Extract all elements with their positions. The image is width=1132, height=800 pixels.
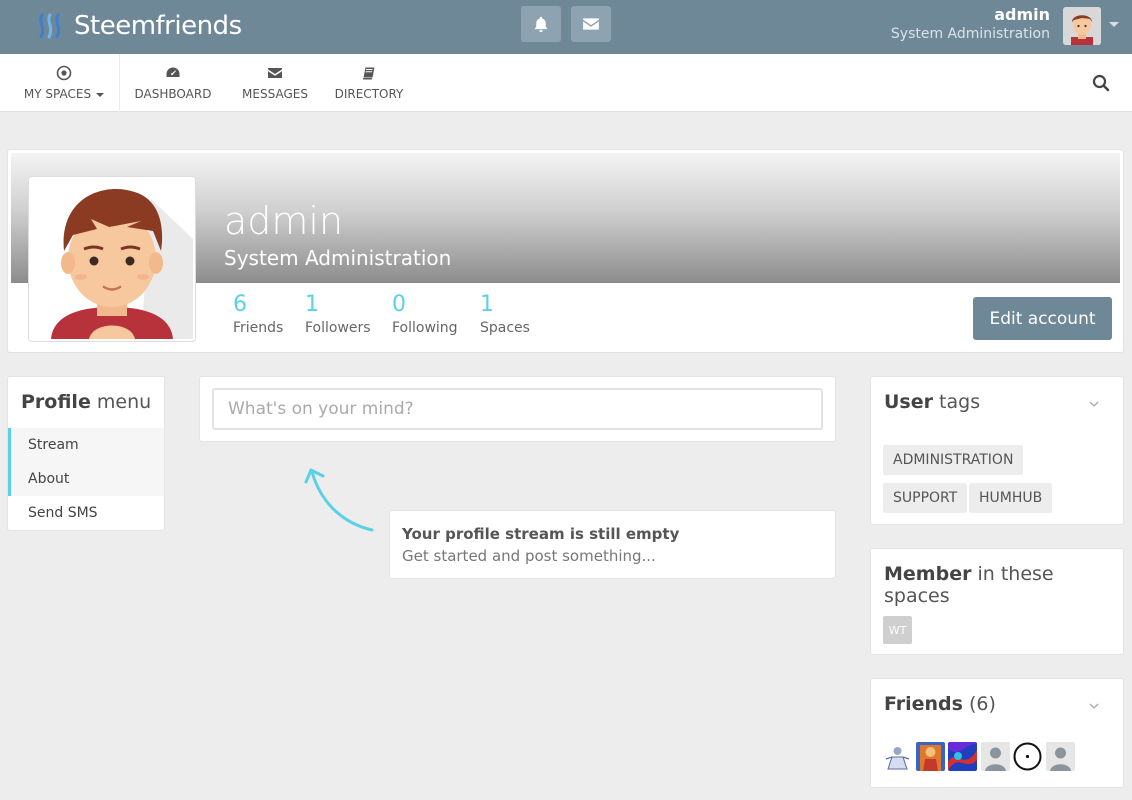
- profile-title: System Administration: [224, 246, 452, 270]
- panel-title-rest: tags: [933, 391, 981, 413]
- nav-divider: [119, 54, 120, 112]
- panel-title: Friends (6): [884, 693, 996, 715]
- stat-followers[interactable]: 1 Followers: [305, 292, 371, 338]
- account-user-title: System Administration: [890, 26, 1050, 42]
- user-tags-panel: User tags ADMINISTRATION SUPPORT HUMHUB: [870, 376, 1124, 525]
- friend-avatar[interactable]: [883, 742, 912, 771]
- circle-dot-icon: [56, 65, 72, 81]
- panel-title-bold: Member: [884, 563, 972, 585]
- nav-dashboard[interactable]: DASHBOARD: [133, 54, 213, 112]
- profile-name: admin: [224, 199, 344, 243]
- panel-title-bold: Friends: [884, 693, 963, 715]
- friend-avatar-icon: [948, 742, 977, 771]
- brand-name: Steemfriends: [74, 11, 242, 41]
- main-navigation: MY SPACES DASHBOARD MESSAGES DIRECTORY: [0, 54, 1132, 112]
- chevron-down-icon[interactable]: [1109, 22, 1119, 27]
- steem-logo-icon: [39, 13, 61, 39]
- friends-panel: Friends (6): [870, 678, 1124, 788]
- profile-header: admin System Administration 6 Friends 1 …: [7, 149, 1124, 353]
- post-input[interactable]: What's on your mind?: [212, 388, 823, 430]
- stat-label: Spaces: [480, 320, 530, 336]
- stat-label: Following: [392, 320, 458, 336]
- stat-label: Followers: [305, 320, 371, 336]
- friend-avatar[interactable]: [1013, 742, 1042, 771]
- friend-avatar[interactable]: [1046, 742, 1075, 771]
- stat-following[interactable]: 0 Following: [392, 292, 458, 338]
- user-avatar-icon: [1063, 7, 1101, 45]
- nav-directory[interactable]: DIRECTORY: [334, 54, 404, 112]
- messages-button[interactable]: [571, 6, 611, 42]
- nav-label: MY SPACES: [23, 87, 92, 101]
- user-tag[interactable]: SUPPORT: [883, 483, 968, 513]
- panel-title: User tags: [884, 391, 980, 413]
- edit-account-button[interactable]: Edit account: [973, 297, 1112, 340]
- menu-item-send-sms[interactable]: Send SMS: [8, 496, 164, 530]
- account-username: admin: [994, 5, 1050, 24]
- empty-stream-notice: Your profile stream is still empty Get s…: [389, 510, 836, 579]
- menu-item-about[interactable]: About: [8, 462, 164, 496]
- notifications-button[interactable]: [521, 6, 561, 42]
- panel-title-rest: menu: [90, 391, 152, 413]
- avatar[interactable]: [1063, 7, 1101, 45]
- empty-stream-title: Your profile stream is still empty: [402, 525, 680, 543]
- stat-value: 6: [233, 292, 247, 317]
- book-icon: [362, 66, 376, 80]
- panel-title: Member in these spaces: [884, 563, 1123, 607]
- stat-label: Friends: [233, 320, 284, 336]
- default-avatar-icon: [1046, 742, 1075, 771]
- space-badge[interactable]: WT: [883, 616, 912, 644]
- friend-avatar-icon: [1013, 742, 1042, 771]
- profile-avatar[interactable]: [29, 177, 195, 341]
- search-icon[interactable]: [1092, 74, 1110, 92]
- stat-value: 0: [392, 292, 406, 317]
- chevron-down-icon[interactable]: [1089, 703, 1099, 709]
- nav-label: DIRECTORY: [334, 87, 404, 101]
- user-avatar-icon: [31, 179, 193, 339]
- friend-avatar-icon: [883, 742, 912, 771]
- stat-value: 1: [305, 292, 319, 317]
- chevron-down-icon[interactable]: [1089, 401, 1099, 407]
- panel-title: Profile menu: [21, 391, 151, 413]
- friend-avatar[interactable]: [948, 742, 977, 771]
- panel-title-bold: User: [884, 391, 933, 413]
- panel-title-rest: (6): [962, 693, 996, 715]
- bell-icon: [534, 16, 548, 32]
- profile-menu: Profile menu Stream About Send SMS: [7, 376, 165, 531]
- user-tag[interactable]: HUMHUB: [969, 483, 1053, 513]
- envelope-icon: [268, 68, 282, 78]
- empty-stream-subtitle: Get started and post something...: [402, 547, 656, 565]
- caret-down-icon: [96, 92, 105, 97]
- menu-item-stream[interactable]: Stream: [8, 428, 164, 462]
- panel-title-bold: Profile: [21, 391, 91, 413]
- nav-messages[interactable]: MESSAGES: [242, 54, 308, 112]
- friend-avatar-icon: [916, 742, 945, 771]
- account-menu[interactable]: admin System Administration: [891, 5, 1050, 43]
- top-bar: Steemfriends admin System Administration: [0, 0, 1132, 54]
- envelope-icon: [583, 18, 599, 30]
- user-tag[interactable]: ADMINISTRATION: [883, 445, 1024, 475]
- stat-friends[interactable]: 6 Friends: [233, 292, 283, 338]
- nav-label: DASHBOARD: [134, 87, 212, 101]
- nav-my-spaces[interactable]: MY SPACES: [22, 54, 106, 112]
- post-composer: What's on your mind?: [199, 376, 836, 442]
- curved-arrow-icon: [304, 468, 374, 532]
- brand-logo-link[interactable]: Steemfriends: [36, 8, 242, 44]
- stat-spaces[interactable]: 1 Spaces: [480, 292, 530, 338]
- dashboard-gauge-icon: [166, 67, 180, 77]
- friend-avatar[interactable]: [916, 742, 945, 771]
- default-avatar-icon: [981, 742, 1010, 771]
- stat-value: 1: [480, 292, 494, 317]
- friend-avatar[interactable]: [981, 742, 1010, 771]
- member-spaces-panel: Member in these spaces WT: [870, 548, 1124, 655]
- nav-label: MESSAGES: [242, 87, 308, 101]
